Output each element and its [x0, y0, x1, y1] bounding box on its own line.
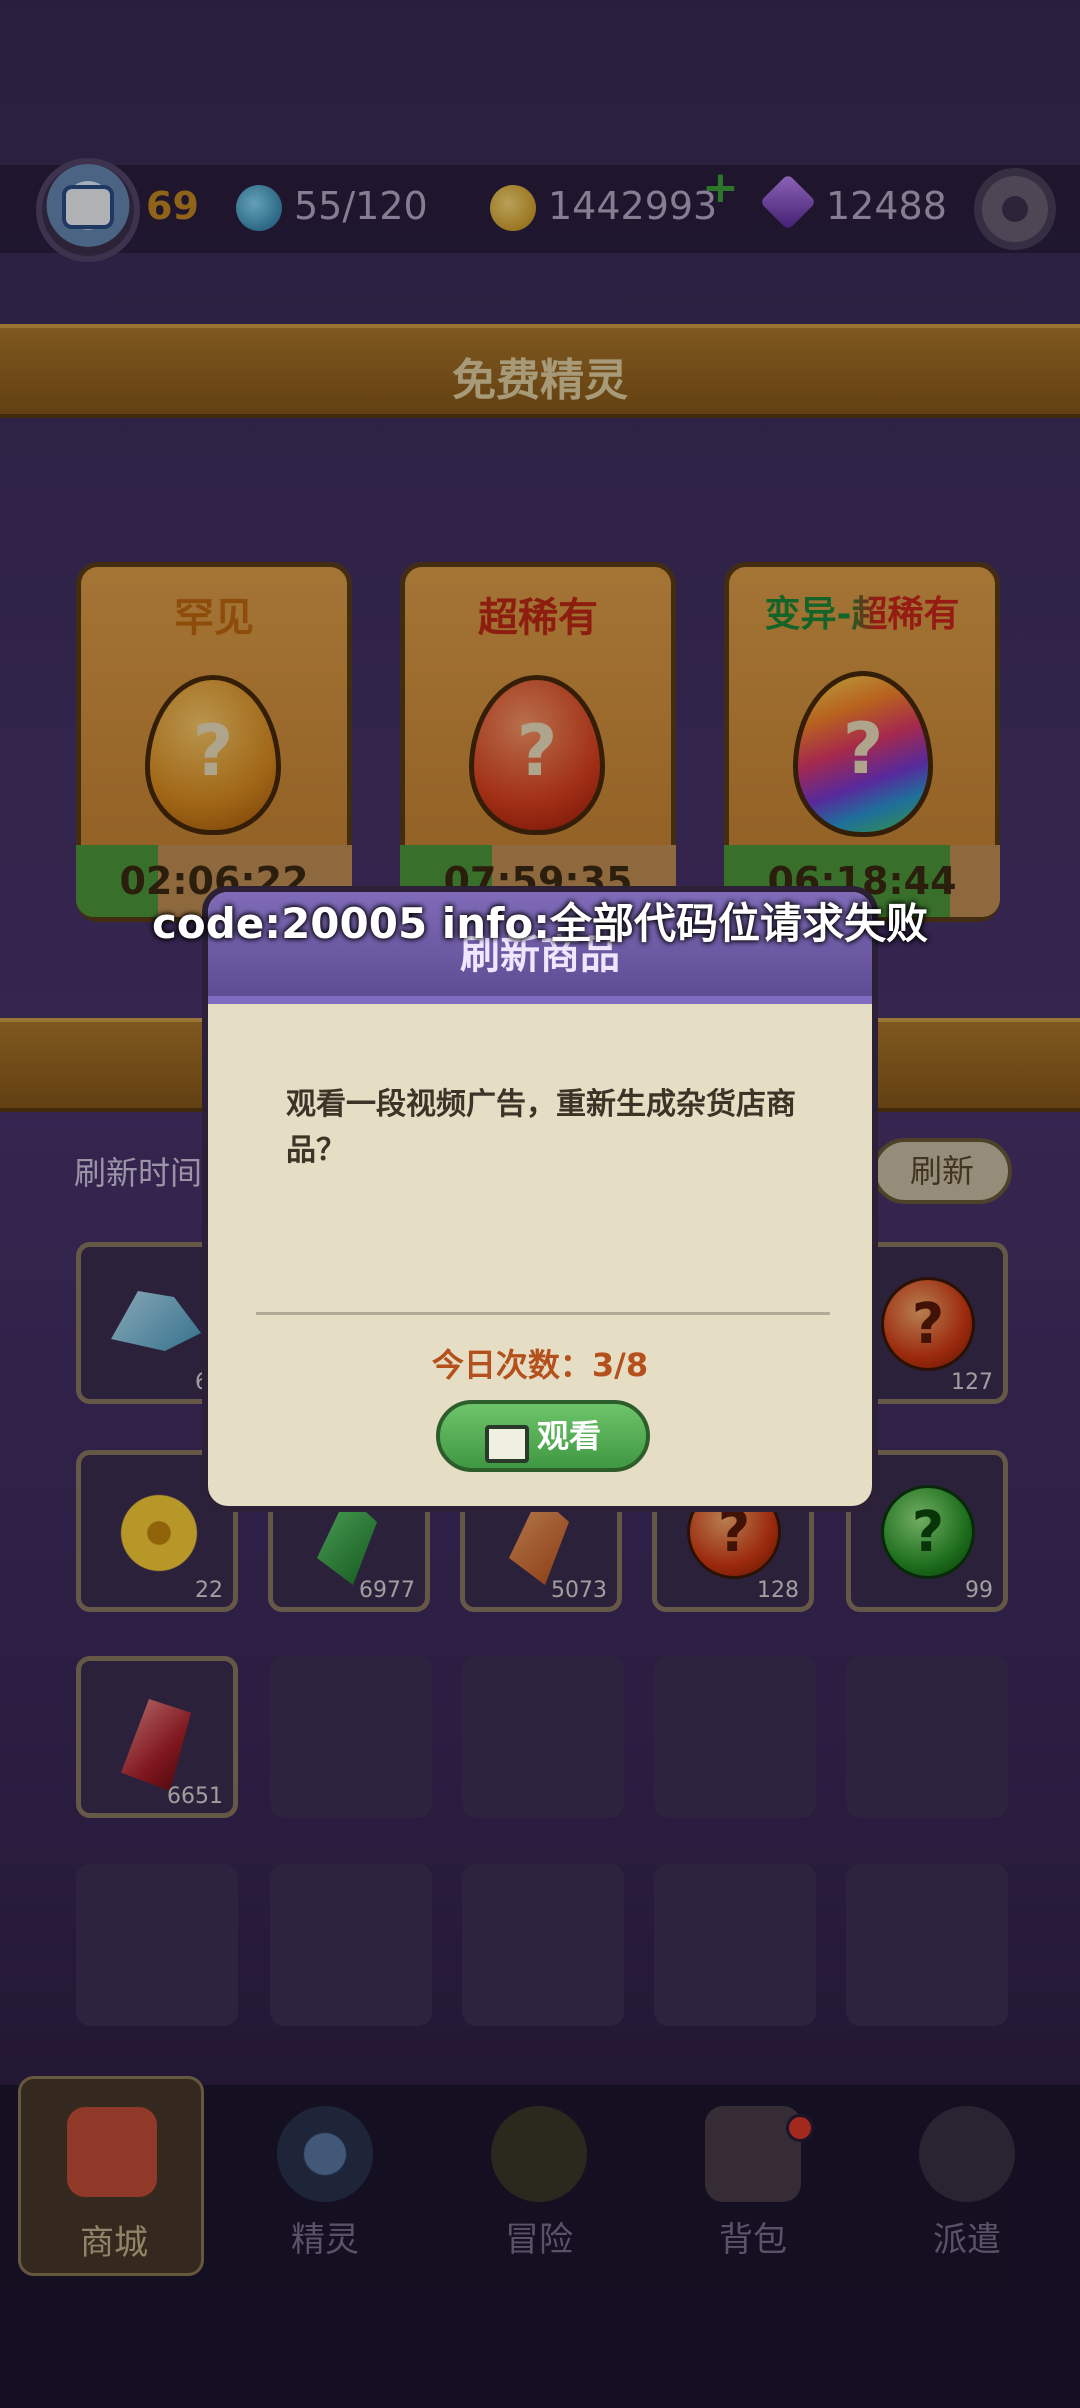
dialog-message: 观看一段视频广告，重新生成杂货店商品？	[286, 1087, 796, 1168]
refresh-goods-dialog: 刷新商品 观看一段视频广告，重新生成杂货店商品？ 今日次数：3/8 观看	[202, 886, 878, 1512]
daily-count: 今日次数：3/8	[431, 1346, 649, 1384]
error-toast: code:20005 info:全部代码位请求失败	[151, 899, 929, 948]
watch-ad-button[interactable]: 观看	[436, 1400, 650, 1472]
watch-label: 观看	[536, 1417, 601, 1455]
dialog-divider	[256, 1312, 830, 1315]
video-icon	[484, 1425, 529, 1463]
